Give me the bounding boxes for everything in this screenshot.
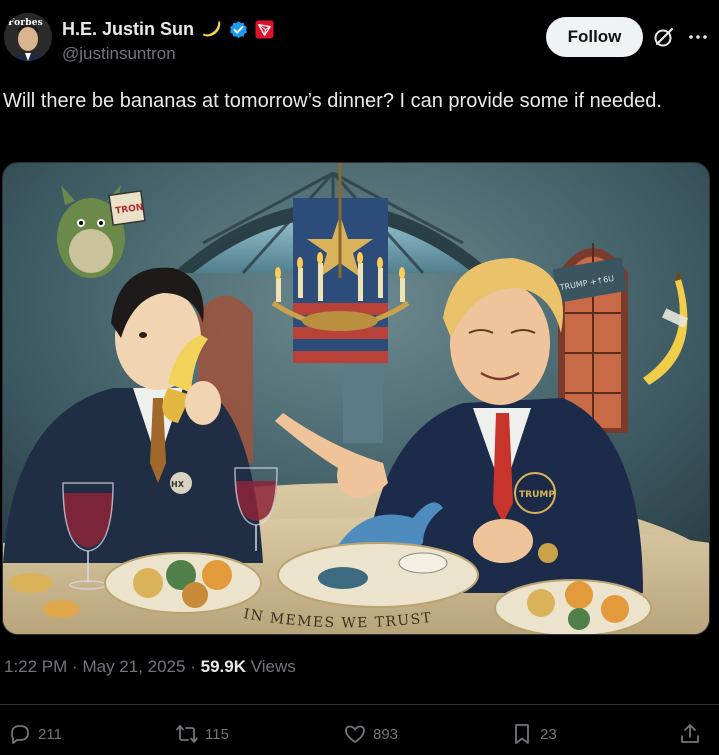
repost-count: 115 — [205, 725, 229, 743]
like-count: 893 — [373, 725, 399, 743]
trump-badge-text: TRUMP — [519, 490, 555, 500]
reply-icon — [11, 725, 29, 744]
display-name[interactable]: H.E. Justin Sun — [62, 19, 194, 40]
views-label: Views — [250, 657, 296, 676]
bookmark-button[interactable]: 23 — [510, 722, 557, 746]
bookmark-count: 23 — [540, 725, 557, 743]
divider — [0, 704, 719, 705]
dinner-illustration: TRON TRUMP +↑6U HX TRUMP IN MEMES WE TRU… — [3, 163, 709, 634]
follow-button[interactable]: Follow — [546, 17, 643, 57]
more-options-icon[interactable] — [686, 25, 710, 49]
tweet-time[interactable]: 1:22 PM — [4, 657, 67, 676]
lapel-pin-text: HX — [171, 480, 185, 489]
share-icon — [681, 724, 699, 743]
name-row: H.E. Justin Sun — [62, 18, 274, 40]
tweet-meta: 1:22 PM · May 21, 2025 · 59.9K Views — [4, 657, 296, 677]
bookmark-icon — [515, 724, 529, 744]
affiliate-tron-icon[interactable] — [255, 19, 274, 39]
meta-separator: · — [190, 657, 196, 676]
avatar-brand-text: Forbes — [8, 18, 43, 28]
repost-icon — [176, 725, 198, 743]
reply-count: 211 — [38, 725, 62, 743]
tweet-text: Will there be bananas at tomorrow’s dinn… — [3, 90, 662, 112]
tweet-date[interactable]: May 21, 2025 — [82, 657, 185, 676]
reply-button[interactable]: 211 — [8, 722, 62, 746]
tweet-image[interactable]: TRON TRUMP +↑6U HX TRUMP IN MEMES WE TRU… — [2, 162, 710, 635]
heart-icon — [345, 725, 365, 743]
banana-emoji-icon — [202, 19, 221, 37]
tweet-header: Forbes H.E. Justin Sun @justinsuntron Fo… — [0, 0, 719, 80]
views-count: 59.9K — [200, 657, 246, 676]
repost-button[interactable]: 115 — [175, 722, 229, 746]
avatar[interactable]: Forbes — [4, 13, 52, 61]
author-handle[interactable]: @justinsuntron — [62, 44, 176, 64]
verified-badge-icon[interactable] — [228, 19, 249, 40]
like-button[interactable]: 893 — [343, 722, 398, 746]
grok-icon[interactable] — [652, 25, 676, 49]
meta-separator: · — [72, 657, 78, 676]
share-button[interactable] — [678, 722, 702, 746]
